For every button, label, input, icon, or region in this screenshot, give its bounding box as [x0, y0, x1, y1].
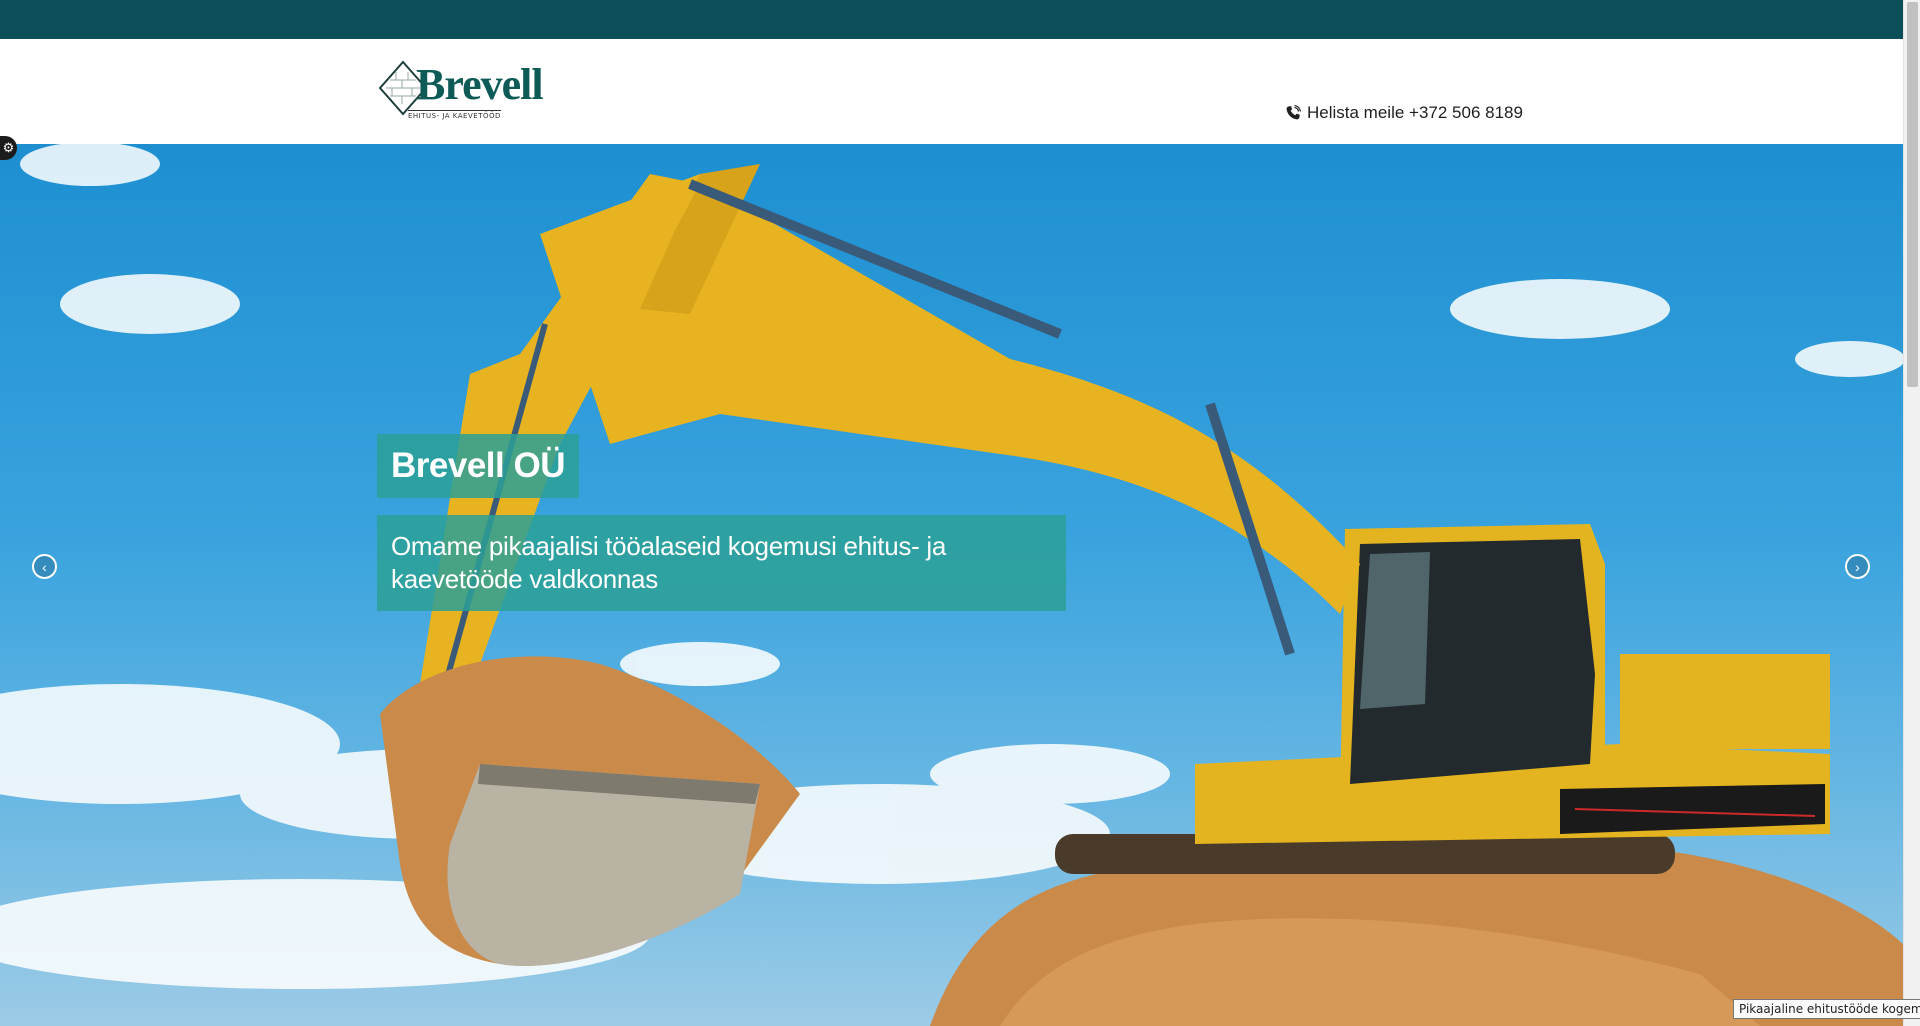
gear-icon: ⚙ — [2, 140, 15, 155]
phone-icon — [1286, 105, 1301, 120]
hero-slider: Brevell OÜ Omame pikaajalisi tööalaseid … — [0, 144, 1903, 1026]
logo-wordmark: Brevell — [416, 60, 544, 109]
slider-prev-button[interactable]: ‹ — [32, 554, 57, 579]
site-header: Brevell EHITUS- JA KAEVETÖÖD Helista mei… — [0, 39, 1903, 144]
page-scrollbar[interactable] — [1903, 0, 1920, 1026]
scrollbar-thumb[interactable] — [1907, 2, 1918, 387]
logo-tagline: EHITUS- JA KAEVETÖÖD — [408, 110, 501, 120]
hero-title: Brevell OÜ — [377, 434, 579, 498]
chevron-right-icon: › — [1855, 558, 1860, 575]
chevron-left-icon: ‹ — [42, 558, 47, 575]
phone-text: Helista meile +372 506 8189 — [1307, 103, 1523, 122]
image-tooltip: Pikaajaline ehitustööde kogemus — [1733, 999, 1920, 1019]
slider-next-button[interactable]: › — [1845, 554, 1870, 579]
brevell-logo[interactable]: Brevell EHITUS- JA KAEVETÖÖD — [378, 58, 544, 124]
hero-text: Omame pikaajalisi tööalaseid kogemusi eh… — [377, 515, 1066, 611]
top-bar — [0, 0, 1903, 39]
phone-contact[interactable]: Helista meile +372 506 8189 — [1285, 101, 1523, 125]
